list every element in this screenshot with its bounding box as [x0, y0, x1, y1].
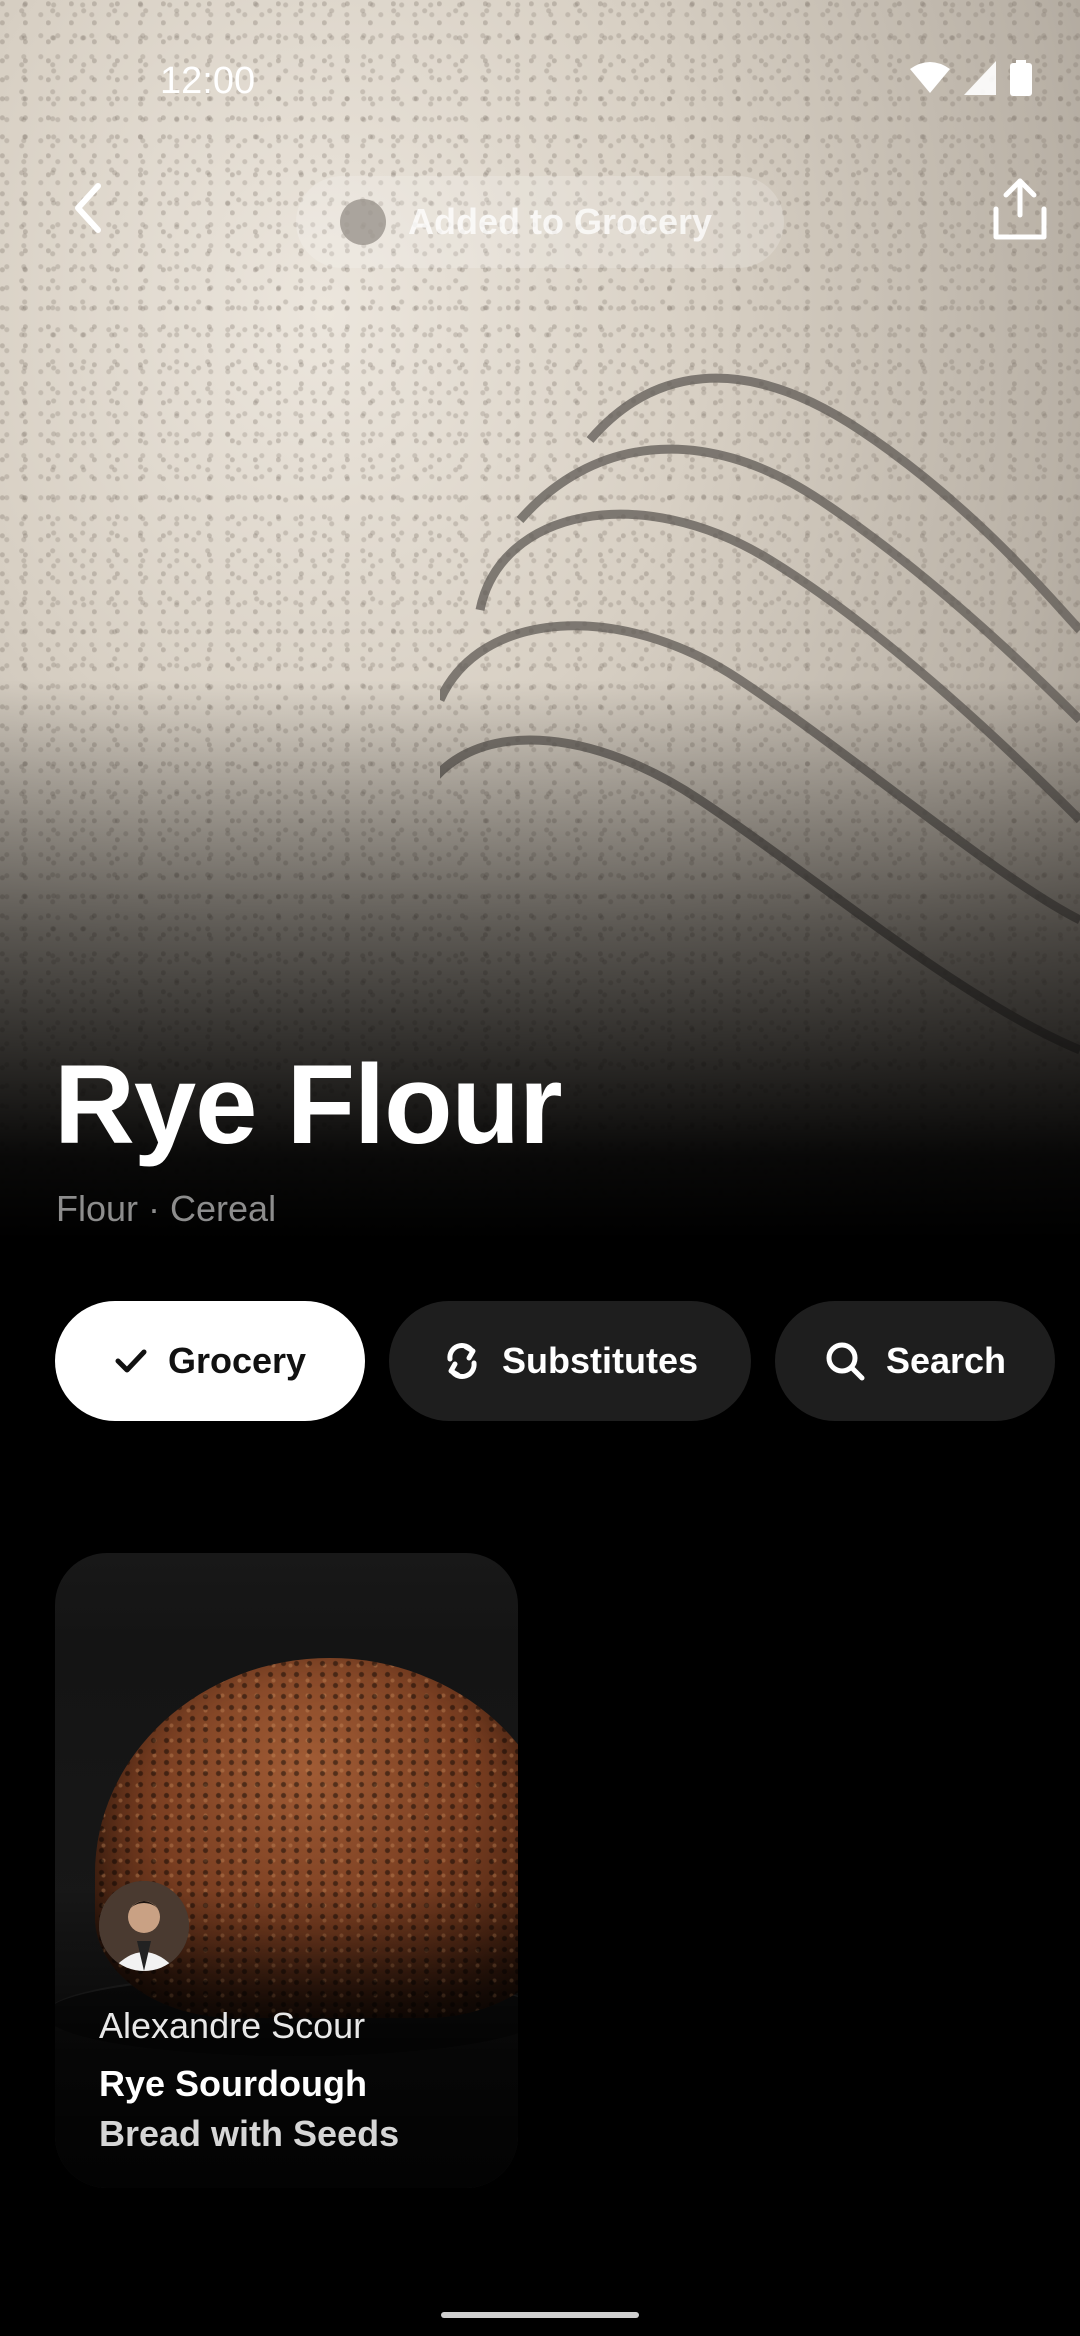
search-icon	[824, 1340, 866, 1382]
chef-avatar	[99, 1881, 189, 1971]
status-time: 12:00	[160, 60, 256, 102]
toast-text: Added to Grocery	[408, 201, 713, 242]
substitutes-label: Substitutes	[501, 1340, 698, 1381]
substitutes-button[interactable]: Substitutes	[389, 1301, 751, 1421]
home-indicator[interactable]	[441, 2312, 639, 2318]
grocery-label: Grocery	[167, 1340, 307, 1381]
search-label: Search	[885, 1340, 1007, 1381]
wifi-icon	[910, 62, 950, 93]
ingredient-categories: Flour · Cereal	[56, 1188, 277, 1229]
ingredient-title: Rye Flour	[54, 1042, 563, 1167]
recipe-card[interactable]: Alexandre Scour Rye Sourdough Bread with…	[55, 1553, 518, 2188]
chevron-left-icon[interactable]	[64, 178, 114, 238]
recipe-title-line2: Bread with Seeds	[99, 2113, 400, 2154]
recipe-title-line1: Rye Sourdough	[99, 2063, 367, 2104]
grocery-button[interactable]: Grocery	[55, 1301, 365, 1421]
cellular-signal-icon	[964, 61, 996, 95]
ingredient-thumbnail	[340, 199, 386, 245]
check-icon	[114, 1347, 148, 1375]
swap-arrows-icon	[442, 1341, 482, 1381]
share-upload-icon[interactable]	[988, 175, 1052, 243]
action-chips: Grocery Substitutes Search	[55, 1301, 1055, 1421]
search-button[interactable]: Search	[775, 1301, 1055, 1421]
battery-icon	[1010, 60, 1032, 96]
added-to-grocery-toast: Added to Grocery	[296, 176, 784, 268]
chef-name: Alexandre Scour	[99, 2005, 366, 2046]
status-bar: 12:00	[0, 0, 1080, 120]
